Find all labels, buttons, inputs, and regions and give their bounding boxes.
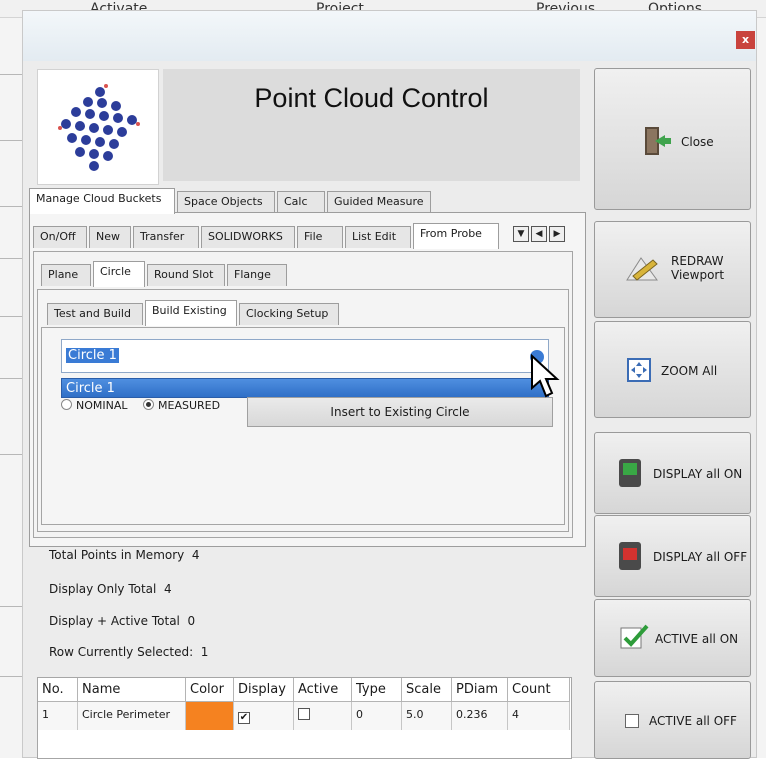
tab-manage-cloud-buckets[interactable]: Manage Cloud Buckets <box>29 188 175 214</box>
tab-file[interactable]: File <box>297 226 343 248</box>
tab-scroll-right-icon[interactable]: ▶ <box>549 226 565 242</box>
tab-list-edit[interactable]: List Edit <box>345 226 411 248</box>
cell-count: 4 <box>508 702 570 730</box>
pencil-icon <box>626 257 658 281</box>
feature-tab-row: Plane Circle Round Slot Flange <box>41 261 301 287</box>
tab-transfer[interactable]: Transfer <box>133 226 199 248</box>
toggle-switch-on-icon <box>619 459 641 487</box>
tab-guided-measure[interactable]: Guided Measure <box>327 191 431 213</box>
title-bar: x <box>23 11 756 61</box>
tab-flange[interactable]: Flange <box>227 264 287 286</box>
close-icon[interactable]: x <box>736 31 755 49</box>
row-selected-line: Row Currently Selected: 1 <box>49 645 209 659</box>
display-only-line: Display Only Total 4 <box>49 582 172 596</box>
mouse-cursor-icon <box>531 354 560 398</box>
tab-scroll-left-icon[interactable]: ◀ <box>531 226 547 242</box>
cell-display: ✔ <box>234 702 294 730</box>
measure-mode-radios: NOMINAL MEASURED <box>61 399 220 412</box>
active-all-off-button[interactable]: ACTIVE all OFF <box>594 681 751 759</box>
tab-from-probe[interactable]: From Probe <box>413 223 499 249</box>
checkbox-empty-icon <box>625 714 639 728</box>
close-button[interactable]: Close <box>594 68 751 210</box>
active-off-label: ACTIVE all OFF <box>649 714 737 728</box>
background-left-strip <box>0 18 22 758</box>
col-header-display[interactable]: Display <box>234 678 294 702</box>
redraw-label: REDRAW <box>671 254 724 268</box>
cell-type: 0 <box>352 702 402 730</box>
sub-tab-row: On/Off New Transfer SOLIDWORKS File List… <box>33 223 513 249</box>
col-header-active[interactable]: Active <box>294 678 352 702</box>
insert-to-existing-circle-button[interactable]: Insert to Existing Circle <box>247 397 553 427</box>
tab-on-off[interactable]: On/Off <box>33 226 87 248</box>
viewport-label: Viewport <box>671 268 725 282</box>
dropdown-option-circle-1[interactable]: Circle 1 <box>61 378 549 398</box>
cell-pdiam: 0.236 <box>452 702 508 730</box>
main-tab-row: Manage Cloud Buckets Space Objects Calc … <box>29 188 589 214</box>
point-cloud-logo <box>37 69 159 185</box>
tab-calc[interactable]: Calc <box>277 191 325 213</box>
cell-name: Circle Perimeter <box>78 702 186 730</box>
tab-scroll-arrows: ▼ ◀ ▶ <box>513 225 577 243</box>
active-checkbox[interactable] <box>298 708 310 720</box>
zoom-label: ZOOM All <box>661 364 718 378</box>
tab-new[interactable]: New <box>89 226 131 248</box>
col-header-name[interactable]: Name <box>78 678 186 702</box>
tab-solidworks[interactable]: SOLIDWORKS <box>201 226 295 248</box>
cell-active <box>294 702 352 730</box>
points-table: No. Name Color Display Active Type Scale… <box>37 677 572 759</box>
display-active-line: Display + Active Total 0 <box>49 614 196 628</box>
tab-circle[interactable]: Circle <box>93 261 145 287</box>
redraw-viewport-button[interactable]: REDRAW Viewport <box>594 221 751 318</box>
col-header-pdiam[interactable]: PDiam <box>452 678 508 702</box>
close-button-label: Close <box>681 135 714 149</box>
tab-clocking-setup[interactable]: Clocking Setup <box>239 303 339 325</box>
active-on-label: ACTIVE all ON <box>655 632 739 646</box>
total-points-line: Total Points in Memory 4 <box>49 548 200 562</box>
zoom-extents-icon <box>627 358 651 382</box>
col-header-scale[interactable]: Scale <box>402 678 452 702</box>
display-on-label: DISPLAY all ON <box>653 467 743 481</box>
col-header-color[interactable]: Color <box>186 678 234 702</box>
cell-color-swatch[interactable] <box>186 702 234 730</box>
build-tab-row: Test and Build Build Existing Clocking S… <box>47 300 347 326</box>
display-all-on-button[interactable]: DISPLAY all ON <box>594 432 751 514</box>
tab-build-existing[interactable]: Build Existing <box>145 300 237 326</box>
background-right-strip <box>757 18 766 758</box>
col-header-count[interactable]: Count <box>508 678 570 702</box>
radio-nominal[interactable]: NOMINAL <box>61 399 128 412</box>
active-all-on-button[interactable]: ACTIVE all ON <box>594 599 751 677</box>
display-off-label: DISPLAY all OFF <box>653 550 748 564</box>
tab-plane[interactable]: Plane <box>41 264 91 286</box>
col-header-no[interactable]: No. <box>38 678 78 702</box>
point-cloud-dialog: x Point Cloud Control Manage Cloud Bucke… <box>22 10 757 759</box>
combo-selected-value: Circle 1 <box>66 348 119 363</box>
cell-scale: 5.0 <box>402 702 452 730</box>
radio-measured[interactable]: MEASURED <box>143 399 220 412</box>
col-header-type[interactable]: Type <box>352 678 402 702</box>
zoom-all-button[interactable]: ZOOM All <box>594 321 751 418</box>
header-panel: Point Cloud Control <box>163 69 580 181</box>
tab-space-objects[interactable]: Space Objects <box>177 191 275 213</box>
tab-round-slot[interactable]: Round Slot <box>147 264 225 286</box>
page-title: Point Cloud Control <box>254 83 489 113</box>
circle-select-combo[interactable]: Circle 1 <box>61 339 549 373</box>
tab-list-dropdown-icon[interactable]: ▼ <box>513 226 529 242</box>
display-checkbox[interactable]: ✔ <box>238 712 250 724</box>
display-all-off-button[interactable]: DISPLAY all OFF <box>594 515 751 597</box>
cell-no: 1 <box>38 702 78 730</box>
toggle-switch-off-icon <box>619 542 641 570</box>
tab-test-and-build[interactable]: Test and Build <box>47 303 143 325</box>
checkbox-checked-icon <box>620 624 649 649</box>
door-exit-icon <box>645 127 671 155</box>
